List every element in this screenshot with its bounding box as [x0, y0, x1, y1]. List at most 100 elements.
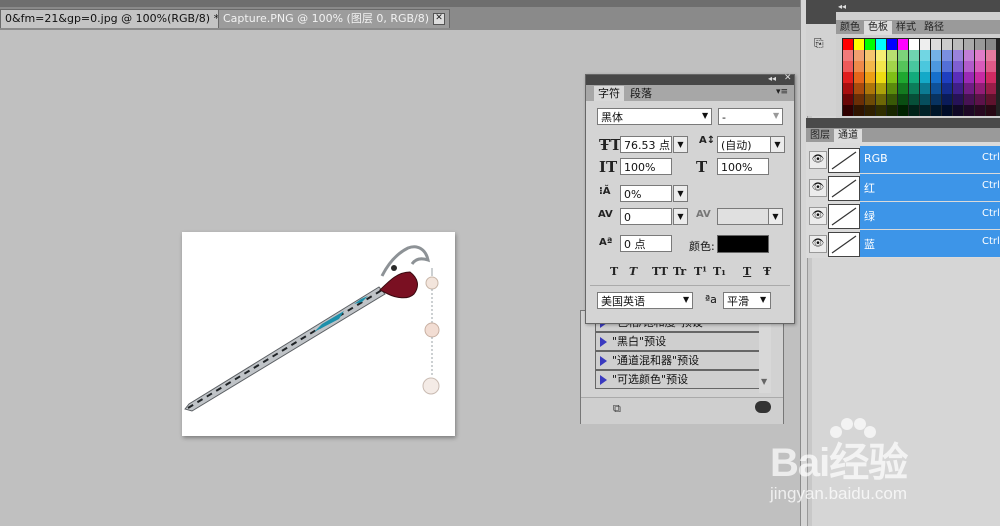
- color-swatch[interactable]: [876, 39, 886, 50]
- tab-styles[interactable]: 样式: [892, 21, 920, 35]
- color-swatch[interactable]: [920, 105, 930, 116]
- channel-row[interactable]: 👁 绿 Ctrl+: [806, 202, 1000, 229]
- scroll-down-icon[interactable]: ▼: [761, 377, 767, 386]
- adjustment-preset[interactable]: "黑白"预设: [595, 332, 761, 351]
- color-swatch[interactable]: [942, 83, 952, 94]
- eye-icon[interactable]: 👁: [809, 235, 827, 253]
- color-swatch[interactable]: [898, 83, 908, 94]
- color-swatch[interactable]: [986, 94, 996, 105]
- leading-dropdown[interactable]: ▼: [770, 136, 785, 153]
- color-swatch[interactable]: [975, 83, 985, 94]
- color-swatch[interactable]: [942, 105, 952, 116]
- color-swatch[interactable]: [986, 83, 996, 94]
- color-swatch[interactable]: [931, 105, 941, 116]
- color-swatch[interactable]: [843, 105, 853, 116]
- color-swatch[interactable]: [909, 39, 919, 50]
- color-swatch[interactable]: [920, 94, 930, 105]
- color-swatch[interactable]: [909, 50, 919, 61]
- color-swatch[interactable]: [953, 72, 963, 83]
- color-swatch[interactable]: [854, 72, 864, 83]
- language-select[interactable]: 美国英语: [597, 292, 693, 309]
- color-swatch[interactable]: [942, 94, 952, 105]
- color-swatch[interactable]: [843, 83, 853, 94]
- channel-row[interactable]: 👁 红 Ctrl+: [806, 174, 1000, 201]
- color-swatch[interactable]: [843, 50, 853, 61]
- color-swatch[interactable]: [876, 50, 886, 61]
- color-swatch[interactable]: [975, 39, 985, 50]
- color-swatch[interactable]: [975, 50, 985, 61]
- panel-header[interactable]: [586, 75, 794, 85]
- panel-menu-icon[interactable]: ▾≡: [776, 87, 788, 97]
- color-swatch[interactable]: [865, 50, 875, 61]
- vertical-scale-field[interactable]: 100%: [620, 158, 672, 175]
- color-swatch[interactable]: [887, 83, 897, 94]
- color-swatch[interactable]: [865, 72, 875, 83]
- font-family-select[interactable]: 黑体: [597, 108, 712, 125]
- leading-field[interactable]: (自动): [717, 136, 771, 153]
- font-size-field[interactable]: 76.53 点: [620, 136, 672, 153]
- color-swatch[interactable]: [953, 61, 963, 72]
- adjustment-preset[interactable]: "通道混和器"预设: [595, 351, 761, 370]
- faux-bold-button[interactable]: T: [610, 265, 618, 278]
- color-swatch[interactable]: [909, 94, 919, 105]
- color-swatch[interactable]: [942, 72, 952, 83]
- faux-italic-button[interactable]: T: [629, 265, 637, 278]
- eye-icon[interactable]: 👁: [809, 151, 827, 169]
- font-size-dropdown[interactable]: ▼: [673, 136, 688, 153]
- tab-channels[interactable]: 通道: [834, 129, 862, 143]
- underline-button[interactable]: T: [743, 265, 751, 278]
- color-swatch[interactable]: [898, 94, 908, 105]
- color-swatch[interactable]: [953, 94, 963, 105]
- color-swatch[interactable]: [909, 61, 919, 72]
- color-swatch[interactable]: [843, 61, 853, 72]
- color-swatch[interactable]: [964, 50, 974, 61]
- collapse-icon[interactable]: ◂◂: [768, 74, 776, 83]
- close-icon[interactable]: ✕: [433, 13, 446, 25]
- color-swatch[interactable]: [964, 105, 974, 116]
- tracking-ratio-dropdown[interactable]: ▼: [673, 185, 688, 202]
- color-swatch[interactable]: [887, 105, 897, 116]
- color-swatch[interactable]: [865, 105, 875, 116]
- color-swatch[interactable]: [964, 61, 974, 72]
- tab-character[interactable]: 字符: [594, 86, 624, 101]
- color-swatch[interactable]: [854, 39, 864, 50]
- color-swatch[interactable]: [887, 72, 897, 83]
- color-swatch[interactable]: [920, 72, 930, 83]
- tab-paths[interactable]: 路径: [920, 21, 948, 35]
- color-swatch[interactable]: [986, 61, 996, 72]
- layer-visibility-icon[interactable]: [755, 401, 771, 413]
- color-swatch[interactable]: [843, 94, 853, 105]
- color-swatch[interactable]: [898, 72, 908, 83]
- color-swatch[interactable]: [931, 72, 941, 83]
- document-tab-jpg[interactable]: 0&fm=21&gp=0.jpg @ 100%(RGB/8) *✕: [0, 9, 241, 28]
- color-swatch[interactable]: [843, 39, 853, 50]
- color-swatch[interactable]: [920, 50, 930, 61]
- superscript-button[interactable]: T¹: [694, 265, 707, 278]
- color-swatch[interactable]: [986, 50, 996, 61]
- color-swatch[interactable]: [854, 83, 864, 94]
- color-swatch[interactable]: [854, 105, 864, 116]
- color-swatch[interactable]: [920, 39, 930, 50]
- history-icon[interactable]: ⎘: [814, 36, 824, 51]
- baseline-shift-field[interactable]: 0 点: [620, 235, 672, 252]
- color-swatch[interactable]: [887, 61, 897, 72]
- color-swatch[interactable]: [887, 94, 897, 105]
- document-canvas[interactable]: [182, 232, 455, 436]
- kerning-field[interactable]: 0: [620, 208, 672, 225]
- tab-color[interactable]: 颜色: [836, 21, 864, 35]
- color-swatch[interactable]: [865, 94, 875, 105]
- color-swatch[interactable]: [953, 50, 963, 61]
- color-swatch[interactable]: [986, 72, 996, 83]
- tab-layers[interactable]: 图层: [806, 129, 834, 143]
- text-color-swatch[interactable]: [717, 235, 769, 253]
- color-swatch[interactable]: [898, 105, 908, 116]
- tab-swatches[interactable]: 色板: [864, 21, 892, 35]
- color-swatch[interactable]: [876, 105, 886, 116]
- color-swatch[interactable]: [854, 50, 864, 61]
- eye-icon[interactable]: 👁: [809, 207, 827, 225]
- color-swatch[interactable]: [964, 39, 974, 50]
- color-swatch[interactable]: [865, 39, 875, 50]
- small-caps-button[interactable]: Tr: [673, 265, 686, 278]
- color-swatch[interactable]: [975, 72, 985, 83]
- color-swatch[interactable]: [909, 83, 919, 94]
